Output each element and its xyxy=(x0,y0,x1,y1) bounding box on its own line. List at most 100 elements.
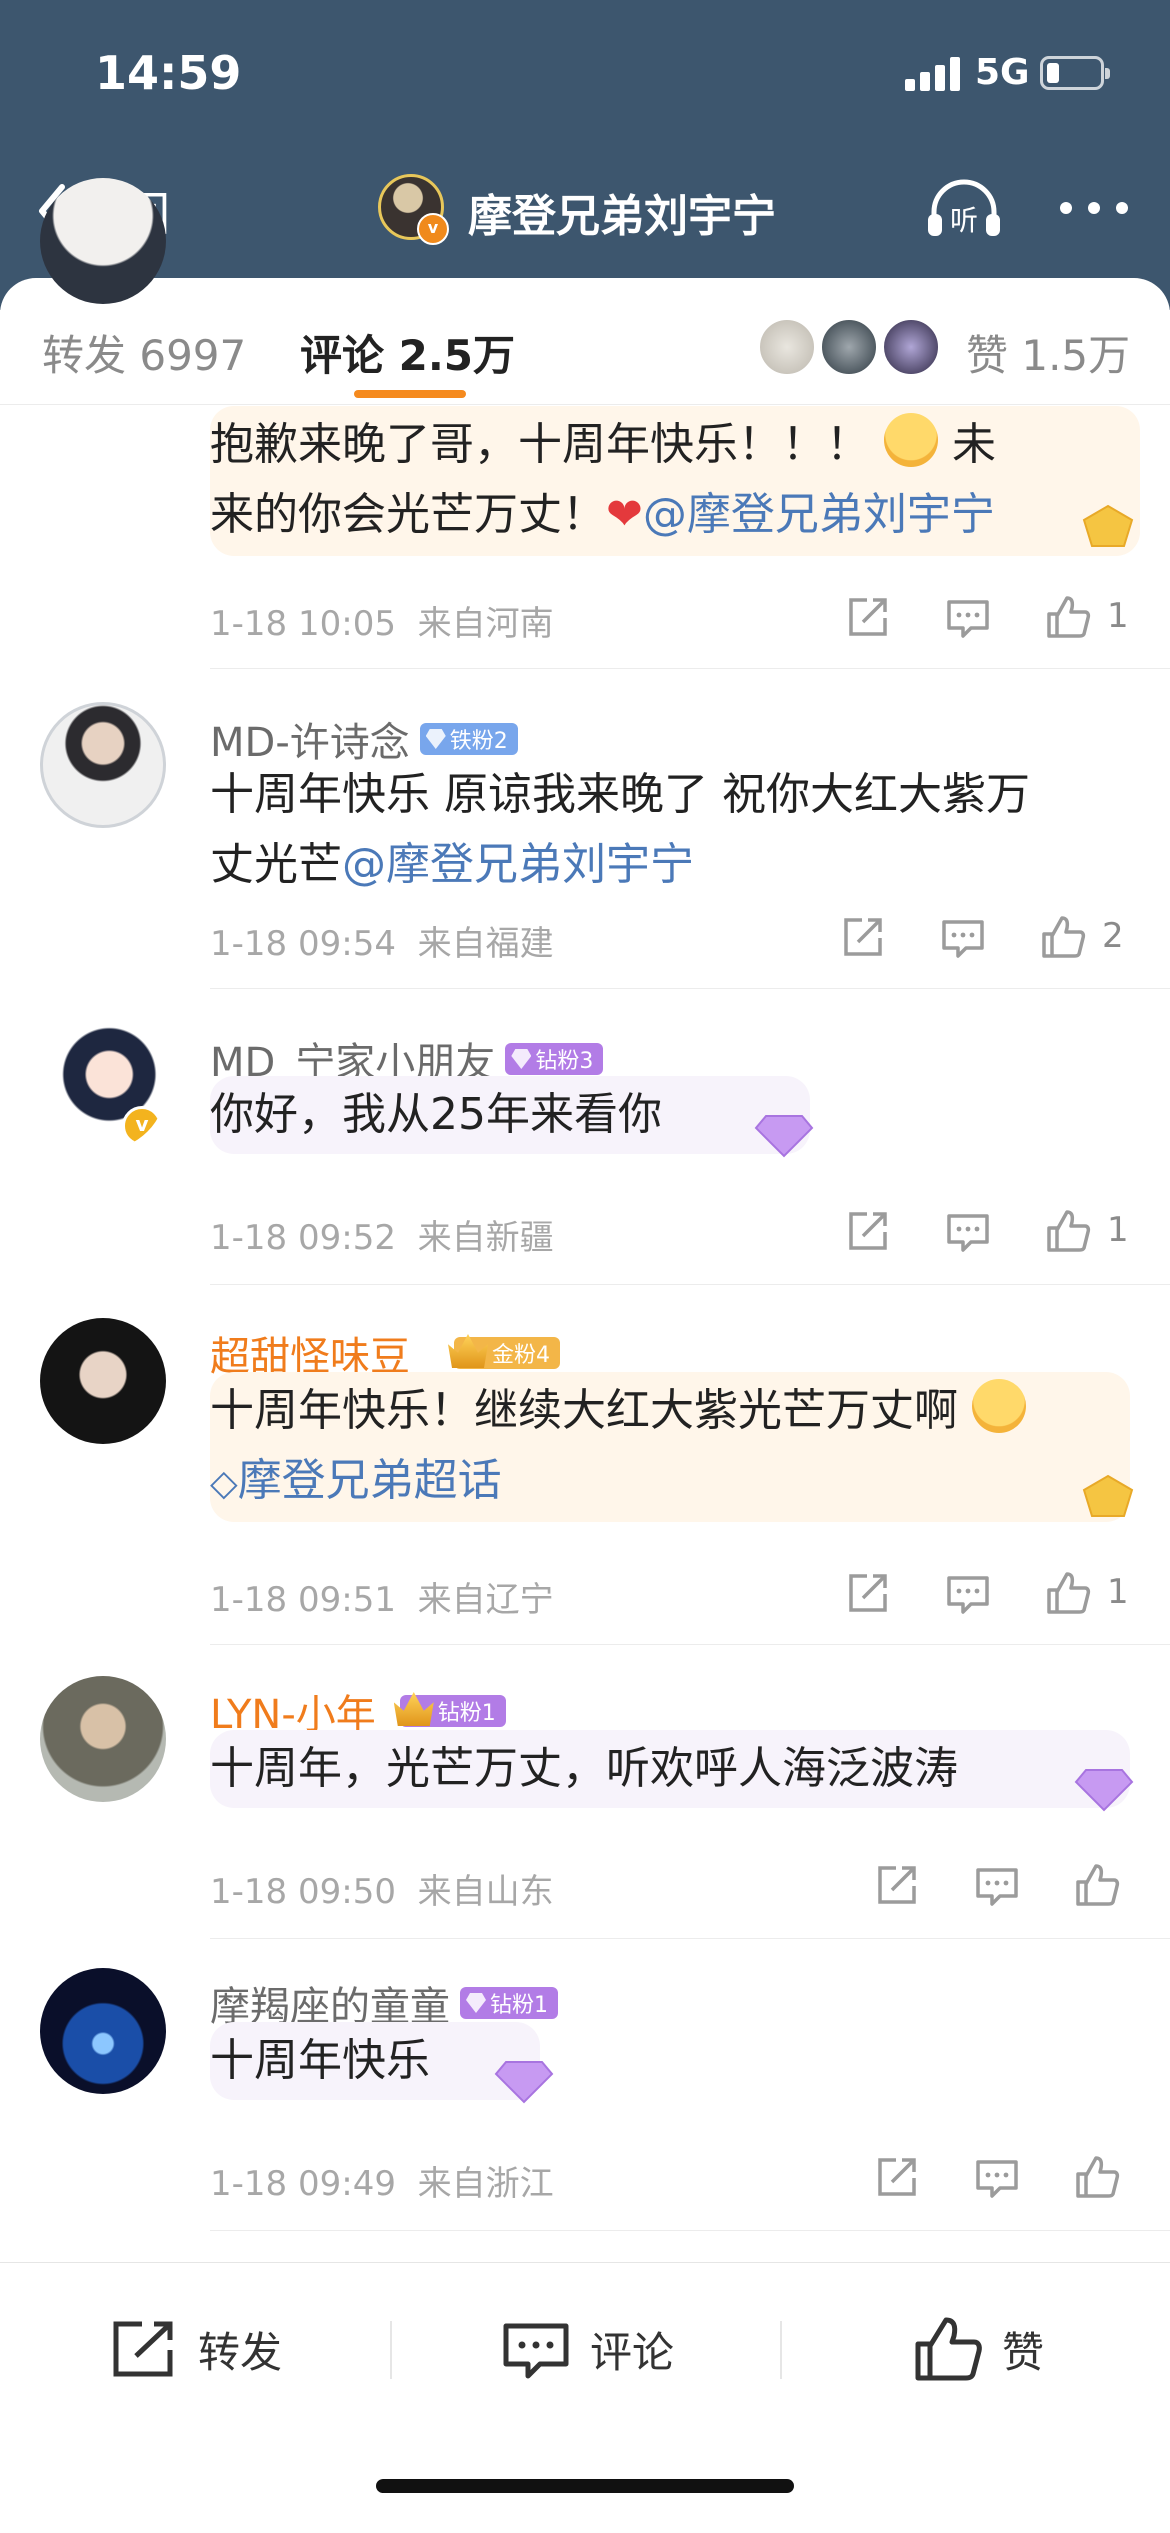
thumbs-up-icon[interactable] xyxy=(1045,1208,1091,1254)
tab-comments[interactable]: 评论 2.5万 xyxy=(300,322,515,383)
thumbs-up-icon[interactable] xyxy=(1040,914,1086,960)
divider xyxy=(210,1284,1170,1285)
fan-badge-label: 金粉4 xyxy=(492,1343,550,1368)
comment-icon[interactable] xyxy=(945,1208,991,1254)
fan-badge-label: 钻粉3 xyxy=(535,1049,594,1074)
comment-location: 来自新疆 xyxy=(417,1218,554,1258)
laughing-emoji-icon xyxy=(884,413,938,467)
like-count: 1 xyxy=(1107,596,1129,636)
share-icon[interactable] xyxy=(840,914,886,960)
divider xyxy=(210,988,1170,989)
avatar xyxy=(820,318,878,376)
comment-icon xyxy=(503,2323,569,2379)
comment-time: 1-18 10:05 xyxy=(210,604,396,644)
battery-icon xyxy=(1040,56,1110,90)
avatar[interactable]: v xyxy=(40,1024,166,1150)
like-button[interactable]: 赞 xyxy=(912,2309,1044,2389)
thumbs-up-icon[interactable] xyxy=(1045,1570,1091,1616)
verified-icon: v xyxy=(417,213,449,245)
diamond-badge-icon xyxy=(754,1115,814,1158)
thumbs-up-icon[interactable] xyxy=(1074,1862,1120,1908)
thumbs-up-icon xyxy=(915,2317,982,2381)
comment-text: 十周年快乐 原谅我来晚了 祝你大红大紫万 xyxy=(210,769,1030,820)
comment-text-line2: 来的你会光芒万丈！❤@摩登兄弟刘宇宁 xyxy=(210,480,995,550)
comment-icon[interactable] xyxy=(940,914,986,960)
mention-link[interactable]: @摩登兄弟刘宇宁 xyxy=(643,489,995,540)
fan-badge-label: 钻粉1 xyxy=(437,1701,496,1726)
avatar[interactable] xyxy=(40,1676,166,1802)
comment-time: 1-18 09:51 xyxy=(210,1580,396,1620)
comment-location: 来自山东 xyxy=(417,1872,554,1912)
comment-icon[interactable] xyxy=(945,594,991,640)
crown-icon xyxy=(448,1334,488,1368)
comment-actions xyxy=(874,1862,1144,1912)
comment-location: 来自福建 xyxy=(417,924,554,964)
comment-time: 1-18 09:52 xyxy=(210,1218,396,1258)
divider xyxy=(780,2321,782,2379)
status-time: 14:59 xyxy=(95,46,242,100)
share-icon xyxy=(113,2321,173,2377)
comment-meta: 1-18 09:50 来自山东 xyxy=(210,1864,554,1913)
home-indicator[interactable] xyxy=(376,2479,794,2493)
bottom-action-bar: 转发 评论 赞 xyxy=(0,2262,1170,2533)
tab-repost[interactable]: 转发 6997 xyxy=(42,322,246,383)
comment-icon[interactable] xyxy=(974,2154,1020,2200)
page-title[interactable]: 摩登兄弟刘宇宁 xyxy=(468,180,776,244)
gold-badge-icon xyxy=(1082,504,1134,547)
share-icon[interactable] xyxy=(874,1862,920,1908)
avatar[interactable] xyxy=(40,1318,166,1444)
comment-time: 1-18 09:50 xyxy=(210,1872,396,1912)
comment-time: 1-18 09:49 xyxy=(210,2164,396,2204)
more-dots-icon[interactable] xyxy=(1060,196,1128,220)
comments-sheet: 转发 6997 评论 2.5万 赞 1.5万 抱歉来晚了哥，十周年快乐！！！ 未… xyxy=(0,178,1170,2532)
avatar[interactable] xyxy=(40,1968,166,2094)
comment-text: 十周年，光芒万丈，听欢呼人海泛波涛 xyxy=(210,1743,958,1794)
diamond-badge-icon xyxy=(1074,1769,1134,1812)
share-icon[interactable] xyxy=(845,1208,891,1254)
divider xyxy=(210,668,1170,669)
topic-link[interactable]: ◇摩登兄弟超话 xyxy=(210,1446,502,1519)
like-count: 1 xyxy=(1107,1572,1129,1612)
header-bar: 14:59 5G 返回 v 摩登兄弟刘宇宁 听 xyxy=(0,0,1170,310)
comment-button[interactable]: 评论 xyxy=(500,2309,674,2389)
comment-text: 十周年快乐 xyxy=(210,2035,430,2086)
comment-time: 1-18 09:54 xyxy=(210,924,396,964)
comment-text-part: 未 xyxy=(952,419,996,470)
comment-text: 十周年快乐！继续大红大紫光芒万丈啊 xyxy=(210,1376,1026,1446)
thumbs-up-icon[interactable] xyxy=(1045,594,1091,640)
comment-actions: 2 xyxy=(840,914,1140,964)
share-icon[interactable] xyxy=(845,1570,891,1616)
comment-text-line2: 丈光芒@摩登兄弟刘宇宁 xyxy=(210,830,694,900)
comment-icon[interactable] xyxy=(974,1862,1020,1908)
mention-link[interactable]: @摩登兄弟刘宇宁 xyxy=(342,839,694,890)
fan-badge: 钻粉1 xyxy=(393,1692,506,1727)
comment-actions: 1 xyxy=(845,594,1145,644)
repost-button[interactable]: 转发 xyxy=(108,2309,282,2389)
diamond-icon xyxy=(466,1993,486,2013)
listen-headphone-icon[interactable]: 听 xyxy=(926,178,1002,240)
share-icon[interactable] xyxy=(874,2154,920,2200)
comment-meta: 1-18 10:05 来自河南 xyxy=(210,596,554,645)
avatar[interactable] xyxy=(40,178,166,304)
network-type: 5G xyxy=(975,52,1030,93)
share-icon[interactable] xyxy=(845,594,891,640)
avatar[interactable] xyxy=(40,702,166,828)
comment-icon[interactable] xyxy=(945,1570,991,1616)
comment-label: 评论 xyxy=(590,2327,675,2377)
avatar xyxy=(758,318,816,376)
comment-actions: 1 xyxy=(845,1570,1145,1620)
comment-text: 你好，我从25年来看你 xyxy=(210,1089,662,1140)
tab-bar: 转发 6997 评论 2.5万 赞 1.5万 xyxy=(0,278,1170,405)
fan-badge: 钻粉3 xyxy=(505,1043,604,1075)
tab-likes[interactable]: 赞 1.5万 xyxy=(966,322,1130,383)
comment-location: 来自辽宁 xyxy=(417,1580,554,1620)
comment-actions xyxy=(874,2154,1144,2204)
owner-avatar[interactable]: v xyxy=(378,174,449,245)
diamond-icon xyxy=(511,1049,532,1069)
divider xyxy=(210,1644,1170,1645)
thumbs-up-icon[interactable] xyxy=(1074,2154,1120,2200)
divider xyxy=(210,2230,1170,2231)
liker-avatars[interactable] xyxy=(758,318,942,376)
comment-text-part: 抱歉来晚了哥，十周年快乐！！！ xyxy=(210,419,870,470)
fan-badge-label: 钻粉1 xyxy=(490,1993,548,2018)
